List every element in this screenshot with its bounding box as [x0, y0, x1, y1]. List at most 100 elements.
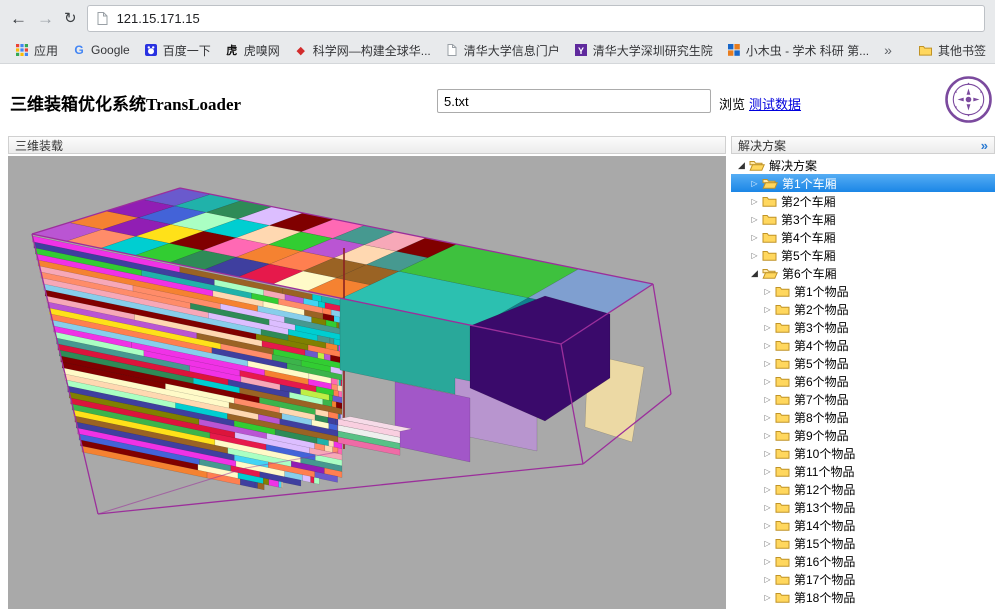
tree-node-label: 第7个物品 [794, 391, 849, 408]
folder-icon [762, 231, 777, 243]
folder-icon [775, 321, 790, 333]
bookmark-3[interactable]: 百度一下 [137, 39, 218, 62]
tree-node-label: 第1个物品 [794, 283, 849, 300]
tree-node-carriage-5[interactable]: ▷ 第5个车厢 [731, 246, 995, 264]
file-name-input[interactable] [437, 89, 711, 113]
expander-collapsed-icon[interactable]: ▷ [761, 521, 774, 530]
test-data-link[interactable]: 测试数据 [749, 94, 801, 113]
folder-icon [762, 195, 777, 207]
folder-icon [775, 411, 790, 423]
browse-button[interactable]: 浏览 [719, 94, 745, 113]
expander-expanded-icon[interactable]: ◢ [748, 268, 761, 279]
tree-node-item-14[interactable]: ▷第14个物品 [731, 516, 995, 534]
folder-icon [775, 501, 790, 513]
bookmark-5[interactable]: ◆科学网—构建全球华... [287, 39, 438, 62]
tree-node-item-12[interactable]: ▷ 第12个物品 [731, 480, 995, 498]
expander-collapsed-icon[interactable]: ▷ [748, 179, 761, 188]
tree-node-carriage-4[interactable]: ▷第4个车厢 [731, 228, 995, 246]
folder-icon [775, 285, 790, 297]
expander-collapsed-icon[interactable]: ▷ [761, 323, 774, 332]
tree-node-carriage-2[interactable]: ▷第2个车厢 [731, 192, 995, 210]
collapse-panel-chevron[interactable]: » [981, 138, 988, 153]
tree-node-item-10[interactable]: ▷ 第10个物品 [731, 444, 995, 462]
svg-text:Y: Y [578, 46, 584, 56]
expander-collapsed-icon[interactable]: ▷ [748, 197, 761, 206]
expander-collapsed-icon[interactable]: ▷ [761, 557, 774, 566]
expander-collapsed-icon[interactable]: ▷ [761, 539, 774, 548]
yahoo-icon: Y [574, 44, 588, 56]
bookmark-2[interactable]: GGoogle [65, 40, 137, 60]
expander-collapsed-icon[interactable]: ▷ [748, 233, 761, 242]
bookmark-8[interactable]: 小木虫 - 学术 科研 第... [720, 39, 876, 62]
tree-node-label: 第5个车厢 [781, 247, 836, 264]
url-text: 121.15.171.15 [117, 11, 200, 26]
folder-icon [775, 303, 790, 315]
tree-node-label: 第11个物品 [794, 463, 854, 480]
folder-icon [775, 375, 790, 387]
expander-collapsed-icon[interactable]: ▷ [761, 593, 774, 602]
expander-collapsed-icon[interactable]: ▷ [761, 395, 774, 404]
tree-node-item-15[interactable]: ▷第15个物品 [731, 534, 995, 552]
expander-collapsed-icon[interactable]: ▷ [748, 251, 761, 260]
main-content: 三维装载 解决方案 » ◢解决方案▷第1个车厢▷第2个车厢▷第3个车厢▷第4个车… [0, 136, 995, 609]
expander-collapsed-icon[interactable]: ▷ [761, 359, 774, 368]
tree-node-item-4[interactable]: ▷ 第4个物品 [731, 336, 995, 354]
page-icon [96, 12, 110, 25]
tree-node-label: 第4个物品 [794, 337, 849, 354]
tree-node-item-11[interactable]: ▷ 第11个物品 [731, 462, 995, 480]
reload-icon[interactable]: ↻ [64, 11, 77, 26]
expander-collapsed-icon[interactable]: ▷ [761, 575, 774, 584]
tree-node-item-5[interactable]: ▷第5个物品 [731, 354, 995, 372]
open-folder-icon [749, 159, 765, 171]
left-panel-title: 三维装载 [15, 137, 63, 154]
expander-collapsed-icon[interactable]: ▷ [761, 341, 774, 350]
tree-node-item-9[interactable]: ▷第9个物品 [731, 426, 995, 444]
bookmark-label: 科学网—构建全球华... [313, 42, 431, 59]
folder-icon [775, 393, 790, 405]
tree-node-item-6[interactable]: ▷第6个物品 [731, 372, 995, 390]
expander-expanded-icon[interactable]: ◢ [735, 160, 748, 171]
expander-collapsed-icon[interactable]: ▷ [761, 449, 774, 458]
tree-node-carriage-1[interactable]: ▷第1个车厢 [731, 174, 995, 192]
expander-collapsed-icon[interactable]: ▷ [761, 431, 774, 440]
tree-node-item-1[interactable]: ▷ 第1个物品 [731, 282, 995, 300]
bookmark-7[interactable]: Y清华大学深圳研究生院 [567, 39, 720, 62]
tree-node-root[interactable]: ◢解决方案 [731, 156, 995, 174]
expander-collapsed-icon[interactable]: ▷ [761, 287, 774, 296]
tree-node-label: 第12个物品 [794, 481, 855, 498]
expander-collapsed-icon[interactable]: ▷ [761, 377, 774, 386]
address-bar[interactable]: 121.15.171.15 [87, 5, 985, 32]
back-icon[interactable]: ← [10, 10, 27, 27]
expander-collapsed-icon[interactable]: ▷ [761, 305, 774, 314]
other-bookmarks-button[interactable]: 其他书签 [912, 39, 993, 62]
solution-panel-header: 解决方案 » [731, 136, 995, 154]
tree-node-item-18[interactable]: ▷第18个物品 [731, 588, 995, 606]
solution-tree: ◢解决方案▷第1个车厢▷第2个车厢▷第3个车厢▷第4个车厢▷第5个车厢◢第6个车… [731, 156, 995, 609]
bookmarks-bar: 应用GGoogle百度一下虎虎嗅网◆科学网—构建全球华...清华大学信息门户Y清… [0, 37, 995, 64]
tree-node-label: 第10个物品 [794, 445, 855, 462]
tree-node-carriage-3[interactable]: ▷第3个车厢 [731, 210, 995, 228]
bookmark-1[interactable]: 应用 [8, 39, 65, 62]
folder-icon [775, 591, 790, 603]
expander-collapsed-icon[interactable]: ▷ [761, 485, 774, 494]
tree-node-item-8[interactable]: ▷第8个物品 [731, 408, 995, 426]
3d-canvas[interactable] [8, 156, 726, 609]
expander-collapsed-icon[interactable]: ▷ [761, 413, 774, 422]
bookmarks-overflow-chevron[interactable]: » [876, 42, 900, 58]
tree-node-item-13[interactable]: ▷第13个物品 [731, 498, 995, 516]
bookmark-6[interactable]: 清华大学信息门户 [438, 39, 567, 62]
tree-node-item-2[interactable]: ▷第2个物品 [731, 300, 995, 318]
expander-collapsed-icon[interactable]: ▷ [748, 215, 761, 224]
bookmark-4[interactable]: 虎虎嗅网 [218, 39, 287, 62]
tree-node-item-16[interactable]: ▷第16个物品 [731, 552, 995, 570]
forward-icon[interactable]: → [37, 10, 54, 27]
left-panel-header: 三维装载 [8, 136, 726, 154]
tree-node-item-7[interactable]: ▷ 第7个物品 [731, 390, 995, 408]
folder-icon [762, 249, 777, 261]
expander-collapsed-icon[interactable]: ▷ [761, 503, 774, 512]
expander-collapsed-icon[interactable]: ▷ [761, 467, 774, 476]
tree-node-item-17[interactable]: ▷第17个物品 [731, 570, 995, 588]
page-header: 三维装箱优化系统TransLoader 浏览 测试数据 [0, 64, 995, 136]
tree-node-item-3[interactable]: ▷第3个物品 [731, 318, 995, 336]
tree-node-carriage-6[interactable]: ◢第6个车厢 [731, 264, 995, 282]
